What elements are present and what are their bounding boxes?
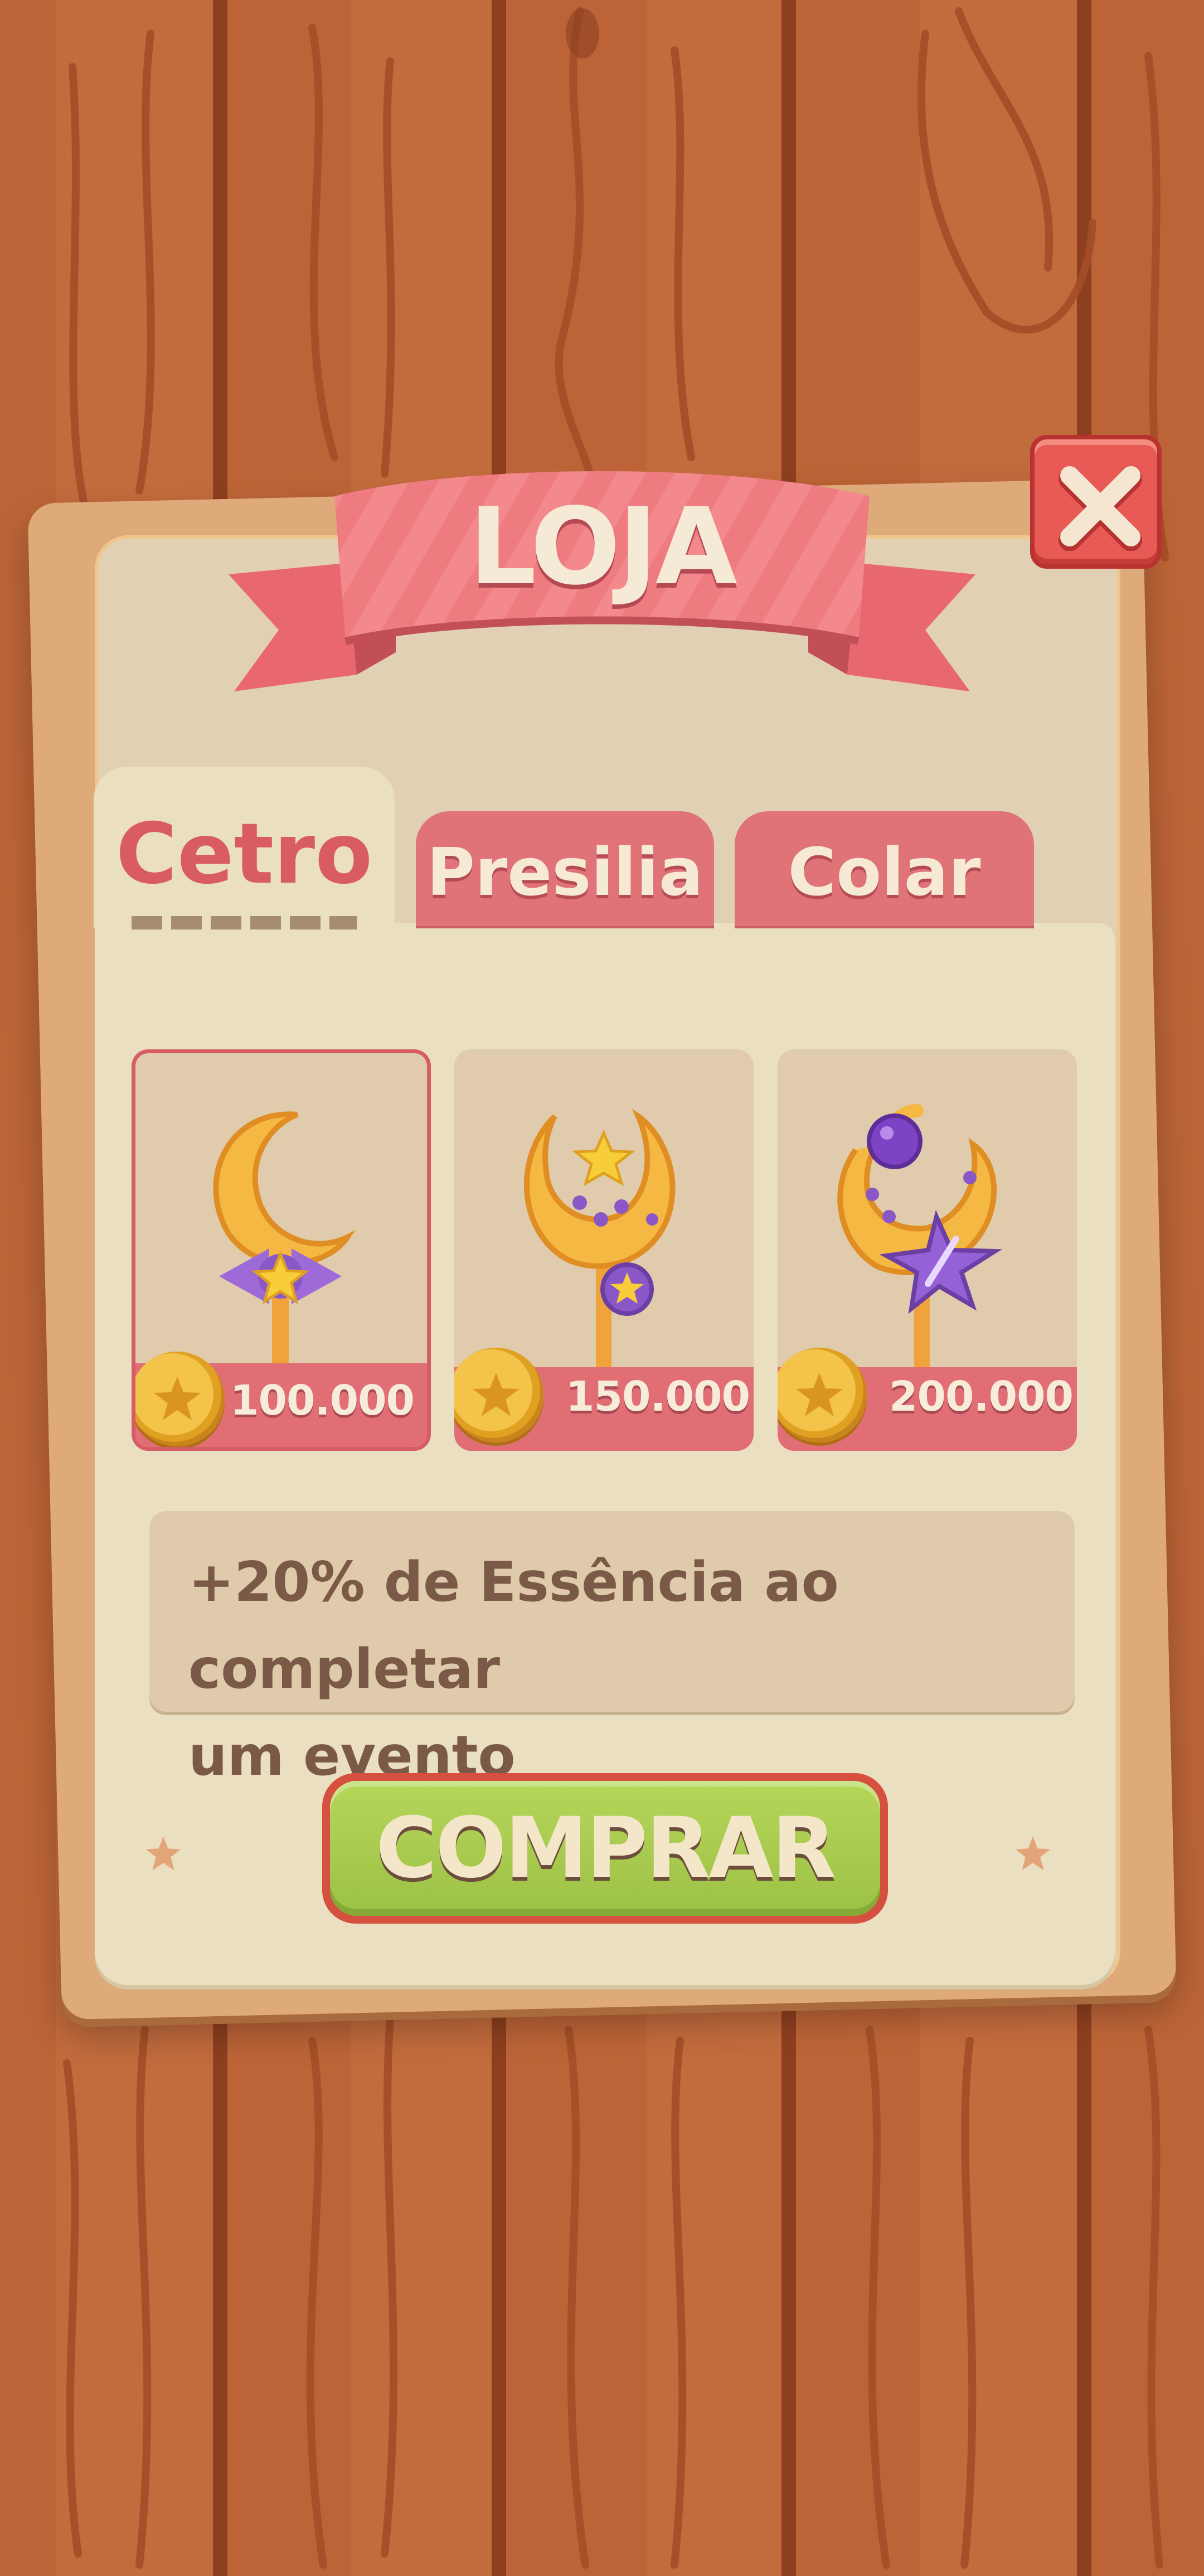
tab-cetro-label: Cetro	[115, 806, 373, 903]
buy-button-label: COMPRAR	[330, 1781, 880, 1916]
item-price: 200.000	[889, 1373, 1074, 1421]
tab-presilia[interactable]: Presilia	[416, 811, 714, 928]
item-price: 150.000	[566, 1373, 750, 1421]
tab-colar-label: Colar	[788, 834, 981, 911]
coin-icon	[135, 1352, 225, 1446]
item-description-box: +20% de Essência ao completar um evento	[149, 1511, 1075, 1788]
close-button[interactable]	[1030, 435, 1162, 569]
item-price: 100.000	[230, 1377, 415, 1425]
tab-cetro[interactable]: Cetro	[94, 767, 395, 928]
buy-button[interactable]: COMPRAR	[322, 1773, 888, 1924]
tab-active-underline	[132, 916, 357, 929]
tab-colar[interactable]: Colar	[735, 811, 1034, 928]
item-card-1[interactable]: 100.000	[132, 1049, 431, 1451]
item-card-2[interactable]: 150.000	[454, 1049, 754, 1451]
tab-presilia-label: Presilia	[426, 834, 703, 911]
moon-scepter-star-icon	[523, 1108, 676, 1373]
item-card-3[interactable]: 200.000	[778, 1049, 1077, 1451]
moon-scepter-bow-icon	[213, 1111, 356, 1371]
star-decoration-icon	[145, 1836, 181, 1871]
star-decoration-icon	[1015, 1836, 1051, 1871]
moon-scepter-crystal-icon	[837, 1104, 1003, 1378]
shop-title: LOJA	[469, 485, 737, 608]
item-description-line-1: +20% de Essência ao completar	[188, 1551, 839, 1701]
close-icon	[1059, 466, 1142, 551]
